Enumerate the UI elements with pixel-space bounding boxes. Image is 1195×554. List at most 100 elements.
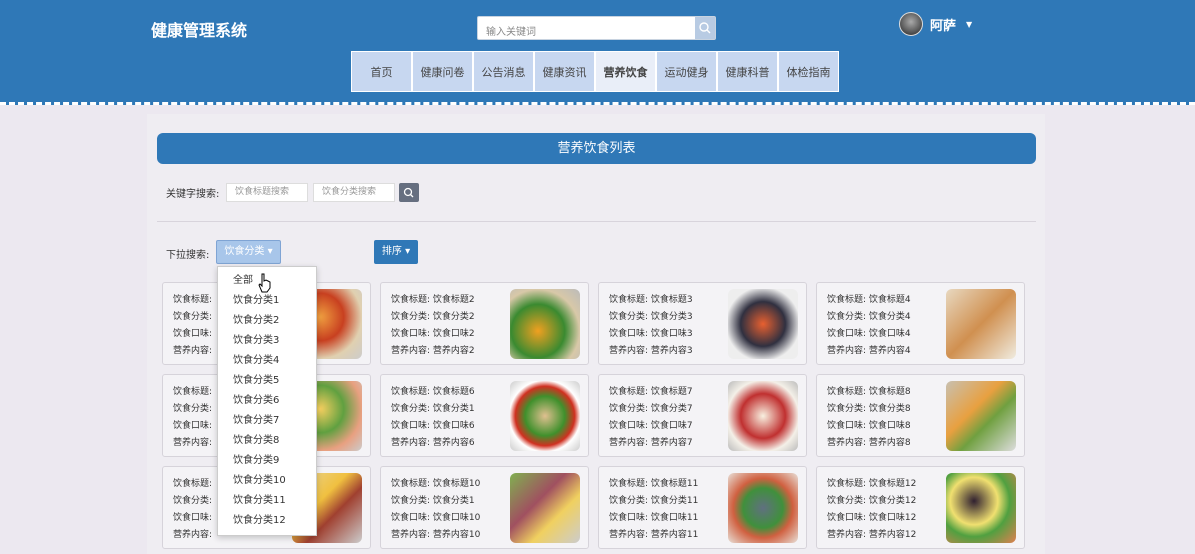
main-nav: 首页 健康问卷 公告消息 健康资讯 营养饮食 运动健身 健康科普 体检指南 <box>351 51 839 92</box>
dropdown-option[interactable]: 饮食分类12 <box>218 511 316 531</box>
nav-checkup-guide[interactable]: 体检指南 <box>778 51 839 92</box>
card-title: 饮食标题: <box>173 295 213 305</box>
food-card[interactable]: 饮食标题: 饮食标题10 饮食分类: 饮食分类1 饮食口味: 饮食口味10 营养… <box>380 466 589 549</box>
page-title: 营养饮食列表 <box>157 133 1036 164</box>
sort-button[interactable]: 排序 ▾ <box>374 240 418 264</box>
food-image[interactable] <box>946 473 1016 543</box>
dropdown-option[interactable]: 饮食分类3 <box>218 331 316 351</box>
app-title: 健康管理系统 <box>151 21 248 40</box>
card-category: 饮食分类: 饮食分类8 <box>827 404 911 414</box>
nav-home[interactable]: 首页 <box>351 51 412 92</box>
food-card[interactable]: 饮食标题: 饮食标题2 饮食分类: 饮食分类2 饮食口味: 饮食口味2 营养内容… <box>380 282 589 365</box>
food-image[interactable] <box>946 289 1016 359</box>
food-card[interactable]: 饮食标题: 饮食标题7 饮食分类: 饮食分类7 饮食口味: 饮食口味7 营养内容… <box>598 374 807 457</box>
nav-health-news[interactable]: 健康资讯 <box>534 51 595 92</box>
card-taste: 饮食口味: <box>173 329 213 339</box>
title-search-input[interactable]: 饮食标题搜索 <box>226 183 308 202</box>
food-image[interactable] <box>728 381 798 451</box>
food-card[interactable]: 饮食标题: 饮食标题6 饮食分类: 饮食分类1 饮食口味: 饮食口味6 营养内容… <box>380 374 589 457</box>
user-menu[interactable]: 阿萨 ▼ <box>899 12 972 36</box>
card-category: 饮食分类: 饮食分类2 <box>391 312 475 322</box>
card-content: 营养内容: 营养内容10 <box>391 530 481 540</box>
food-card[interactable]: 饮食标题: 饮食标题11 饮食分类: 饮食分类11 饮食口味: 饮食口味11 营… <box>598 466 807 549</box>
nav-questionnaire[interactable]: 健康问卷 <box>412 51 473 92</box>
food-card[interactable]: 饮食标题: 饮食标题3 饮食分类: 饮食分类3 饮食口味: 饮食口味3 营养内容… <box>598 282 807 365</box>
category-dropdown[interactable]: 饮食分类 ▾ <box>216 240 281 264</box>
keyword-search-label: 关键字搜索: <box>166 189 220 200</box>
food-card[interactable]: 饮食标题: 饮食标题4 饮食分类: 饮食分类4 饮食口味: 饮食口味4 营养内容… <box>816 282 1025 365</box>
dropdown-option[interactable]: 饮食分类7 <box>218 411 316 431</box>
food-image[interactable] <box>728 289 798 359</box>
card-title: 饮食标题: 饮食标题2 <box>391 295 475 305</box>
search-input[interactable]: 输入关键词 <box>486 23 536 38</box>
dropdown-option[interactable]: 饮食分类10 <box>218 471 316 491</box>
dropdown-option[interactable]: 饮食分类11 <box>218 491 316 511</box>
top-header: 健康管理系统 输入关键词 阿萨 ▼ 首页 健康问卷 公告消息 健康资讯 营养饮食… <box>0 0 1195 105</box>
dropdown-option[interactable]: 饮食分类6 <box>218 391 316 411</box>
card-category: 饮食分类: 饮食分类1 <box>391 404 475 414</box>
dropdown-option[interactable]: 饮食分类2 <box>218 311 316 331</box>
card-content: 营养内容: 营养内容4 <box>827 346 911 356</box>
search-box[interactable]: 输入关键词 <box>477 16 716 40</box>
card-taste: 饮食口味: 饮食口味7 <box>609 421 693 431</box>
card-title: 饮食标题: 饮食标题12 <box>827 479 917 489</box>
hand-cursor-icon <box>258 273 271 293</box>
dropdown-option[interactable]: 饮食分类5 <box>218 371 316 391</box>
card-category: 饮食分类: <box>173 404 213 414</box>
card-category: 饮食分类: 饮食分类1 <box>391 496 475 506</box>
food-image[interactable] <box>728 473 798 543</box>
card-taste: 饮食口味: 饮食口味6 <box>391 421 475 431</box>
card-taste: 饮食口味: 饮食口味4 <box>827 329 911 339</box>
card-content: 营养内容: <box>173 346 213 356</box>
card-taste: 饮食口味: 饮食口味2 <box>391 329 475 339</box>
card-taste: 饮食口味: 饮食口味8 <box>827 421 911 431</box>
user-name[interactable]: 阿萨 <box>930 15 956 34</box>
card-title: 饮食标题: 饮食标题7 <box>609 387 693 397</box>
card-taste: 饮食口味: 饮食口味11 <box>609 513 699 523</box>
food-image[interactable] <box>946 381 1016 451</box>
food-card[interactable]: 饮食标题: 饮食标题12 饮食分类: 饮食分类12 饮食口味: 饮食口味12 营… <box>816 466 1025 549</box>
card-category: 饮食分类: <box>173 312 213 322</box>
nav-nutrition[interactable]: 营养饮食 <box>595 51 656 92</box>
search-icon <box>403 187 414 198</box>
food-card[interactable]: 饮食标题: 饮食标题8 饮食分类: 饮食分类8 饮食口味: 饮食口味8 营养内容… <box>816 374 1025 457</box>
card-content: 营养内容: 营养内容12 <box>827 530 917 540</box>
search-button[interactable] <box>399 183 419 202</box>
search-icon[interactable] <box>695 17 715 39</box>
nav-health-science[interactable]: 健康科普 <box>717 51 778 92</box>
category-dropdown-menu: 全部 饮食分类1 饮食分类2 饮食分类3 饮食分类4 饮食分类5 饮食分类6 饮… <box>217 266 317 536</box>
dropdown-option[interactable]: 饮食分类4 <box>218 351 316 371</box>
card-taste: 饮食口味: <box>173 513 213 523</box>
food-image[interactable] <box>510 289 580 359</box>
chevron-down-icon[interactable]: ▼ <box>966 20 972 29</box>
nav-notices[interactable]: 公告消息 <box>473 51 534 92</box>
card-title: 饮食标题: 饮食标题3 <box>609 295 693 305</box>
card-title: 饮食标题: 饮食标题4 <box>827 295 911 305</box>
dropdown-option[interactable]: 饮食分类1 <box>218 291 316 311</box>
card-title: 饮食标题: <box>173 479 213 489</box>
divider <box>157 221 1036 222</box>
card-category: 饮食分类: 饮食分类11 <box>609 496 699 506</box>
card-content: 营养内容: 营养内容6 <box>391 438 475 448</box>
card-content: 营养内容: 营养内容8 <box>827 438 911 448</box>
card-content: 营养内容: 营养内容2 <box>391 346 475 356</box>
food-image[interactable] <box>510 473 580 543</box>
card-title: 饮食标题: <box>173 387 213 397</box>
card-taste: 饮食口味: 饮食口味3 <box>609 329 693 339</box>
card-title: 饮食标题: 饮食标题11 <box>609 479 699 489</box>
card-category: 饮食分类: 饮食分类7 <box>609 404 693 414</box>
food-image[interactable] <box>510 381 580 451</box>
card-title: 饮食标题: 饮食标题8 <box>827 387 911 397</box>
dropdown-option[interactable]: 饮食分类9 <box>218 451 316 471</box>
card-taste: 饮食口味: 饮食口味10 <box>391 513 481 523</box>
card-category: 饮食分类: 饮食分类12 <box>827 496 917 506</box>
card-content: 营养内容: <box>173 438 213 448</box>
category-search-input[interactable]: 饮食分类搜索 <box>313 183 395 202</box>
dropdown-option[interactable]: 饮食分类8 <box>218 431 316 451</box>
nav-fitness[interactable]: 运动健身 <box>656 51 717 92</box>
dropdown-search-label: 下拉搜索: <box>166 250 210 261</box>
card-title: 饮食标题: 饮食标题6 <box>391 387 475 397</box>
card-taste: 饮食口味: <box>173 421 213 431</box>
card-category: 饮食分类: 饮食分类4 <box>827 312 911 322</box>
avatar[interactable] <box>899 12 923 36</box>
